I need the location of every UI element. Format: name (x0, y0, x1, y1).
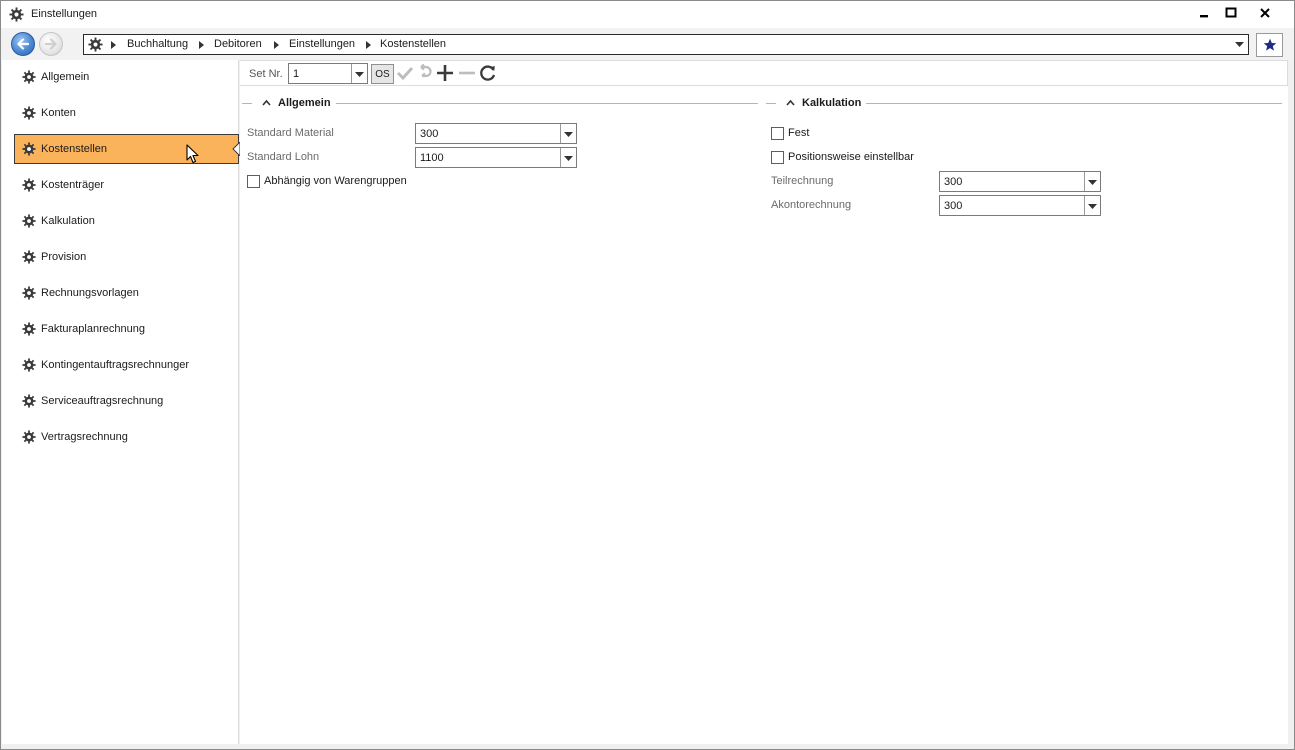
section-title: Kalkulation (802, 97, 862, 109)
gear-icon (22, 178, 36, 195)
minimize-button[interactable] (1189, 4, 1219, 24)
gear-icon (22, 358, 36, 375)
mouse-cursor-icon (186, 144, 199, 164)
gear-icon (22, 106, 36, 123)
chevron-down-icon[interactable] (560, 124, 576, 143)
forward-button[interactable] (39, 32, 63, 56)
toolbar: Set Nr. 1 OS (240, 60, 1288, 86)
sidebar-item-serviceauftragsrechnung[interactable]: Serviceauftragsrechnung (14, 386, 239, 416)
gear-icon (22, 286, 36, 303)
sidebar-item-kostenstellen[interactable]: Kostenstellen (14, 134, 239, 164)
gear-icon (22, 250, 36, 267)
gear-icon (22, 430, 36, 447)
warengruppen-checkbox[interactable] (247, 175, 260, 188)
fest-label: Fest (788, 127, 810, 139)
settings-window: Einstellungen Buchhaltung Debitoren Eins… (0, 0, 1295, 750)
favorite-button[interactable] (1256, 33, 1283, 57)
breadcrumb-item[interactable]: Einstellungen (289, 38, 355, 50)
positionsweise-checkbox[interactable] (771, 151, 784, 164)
sidebar-item-kostenträger[interactable]: Kostenträger (14, 170, 239, 200)
gear-icon (22, 214, 36, 231)
section-allgemein: Allgemein (240, 96, 760, 110)
sidebar-item-label: Allgemein (41, 71, 90, 83)
set-nr-select[interactable]: 1 (288, 63, 368, 84)
star-icon (1263, 38, 1276, 51)
set-nr-label: Set Nr. (249, 68, 283, 80)
akontorechnung-select[interactable]: 300 (939, 195, 1101, 216)
gear-icon (9, 7, 24, 22)
arrow-right-icon (44, 38, 57, 50)
title-bar: Einstellungen (1, 1, 1294, 28)
section-kalkulation: Kalkulation (764, 96, 1284, 110)
window-title: Einstellungen (31, 8, 98, 20)
gear-icon (22, 142, 36, 159)
chevron-down-icon[interactable] (1235, 42, 1244, 47)
gear-icon (88, 37, 103, 55)
sidebar-item-rechnungsvorlagen[interactable]: Rechnungsvorlagen (14, 278, 239, 308)
sidebar-item-label: Fakturaplanrechnung (41, 323, 145, 335)
navigation-bar: Buchhaltung Debitoren Einstellungen Kost… (1, 28, 1294, 60)
remove-icon[interactable] (458, 64, 476, 85)
chevron-up-icon[interactable] (262, 99, 271, 106)
chevron-up-icon[interactable] (786, 99, 795, 106)
content-panel: Set Nr. 1 OS Allgemein Standard Material… (240, 60, 1288, 744)
chevron-down-icon[interactable] (1084, 172, 1100, 191)
gear-icon (22, 70, 36, 87)
breadcrumb-item[interactable]: Debitoren (214, 38, 262, 50)
sidebar-item-vertragsrechnung[interactable]: Vertragsrechnung (14, 422, 239, 452)
sidebar-item-label: Provision (41, 251, 87, 263)
sidebar-item-label: Kontingentauftragsrechnunger (41, 359, 189, 371)
positionsweise-label: Positionsweise einstellbar (788, 151, 914, 163)
back-button[interactable] (11, 32, 35, 56)
maximize-button[interactable] (1216, 4, 1246, 24)
sidebar-item-label: Serviceauftragsrechnung (41, 395, 164, 407)
os-button[interactable]: OS (371, 64, 394, 84)
standard-material-select[interactable]: 300 (415, 123, 577, 144)
sidebar-item-konten[interactable]: Konten (14, 98, 239, 128)
chevron-down-icon[interactable] (560, 148, 576, 167)
sidebar-item-fakturaplanrechnung[interactable]: Fakturaplanrechnung (14, 314, 239, 344)
warengruppen-label: Abhängig von Warengruppen (264, 175, 407, 187)
sidebar-item-label: Vertragsrechnung (41, 431, 128, 443)
sidebar-item-kontingentauftragsrechnunger[interactable]: Kontingentauftragsrechnunger (14, 350, 239, 380)
arrow-left-icon (17, 38, 30, 50)
standard-lohn-label: Standard Lohn (247, 151, 320, 163)
settings-sidebar: Allgemein Konten Kostenstellen Kostenträger… (2, 60, 240, 744)
refresh-icon[interactable] (479, 64, 497, 85)
breadcrumb-item[interactable]: Kostenstellen (380, 38, 446, 50)
add-icon[interactable] (436, 64, 454, 85)
chevron-right-icon (366, 41, 371, 49)
teilrechnung-select[interactable]: 300 (939, 171, 1101, 192)
sidebar-item-provision[interactable]: Provision (14, 242, 239, 272)
chevron-right-icon (274, 41, 279, 49)
check-icon[interactable] (396, 64, 414, 85)
breadcrumb-item[interactable]: Buchhaltung (127, 38, 188, 50)
section-title: Allgemein (278, 97, 331, 109)
breadcrumb[interactable]: Buchhaltung Debitoren Einstellungen Kost… (83, 34, 1249, 55)
active-indicator (232, 142, 240, 156)
sidebar-item-label: Rechnungsvorlagen (41, 287, 139, 299)
close-button[interactable] (1250, 4, 1280, 24)
chevron-down-icon[interactable] (1084, 196, 1100, 215)
sidebar-item-label: Kalkulation (41, 215, 95, 227)
undo-icon[interactable] (417, 63, 433, 85)
sidebar-item-label: Konten (41, 107, 76, 119)
gear-icon (22, 394, 36, 411)
sidebar-item-label: Kostenträger (41, 179, 104, 191)
chevron-right-icon (199, 41, 204, 49)
chevron-down-icon[interactable] (351, 64, 367, 83)
gear-icon (22, 322, 36, 339)
standard-material-label: Standard Material (247, 127, 334, 139)
fest-checkbox[interactable] (771, 127, 784, 140)
teilrechnung-label: Teilrechnung (771, 175, 834, 187)
sidebar-item-kalkulation[interactable]: Kalkulation (14, 206, 239, 236)
sidebar-item-label: Kostenstellen (41, 143, 108, 155)
standard-lohn-select[interactable]: 1100 (415, 147, 577, 168)
akontorechnung-label: Akontorechnung (771, 199, 852, 211)
chevron-right-icon (111, 41, 116, 49)
sidebar-item-allgemein[interactable]: Allgemein (14, 62, 239, 92)
